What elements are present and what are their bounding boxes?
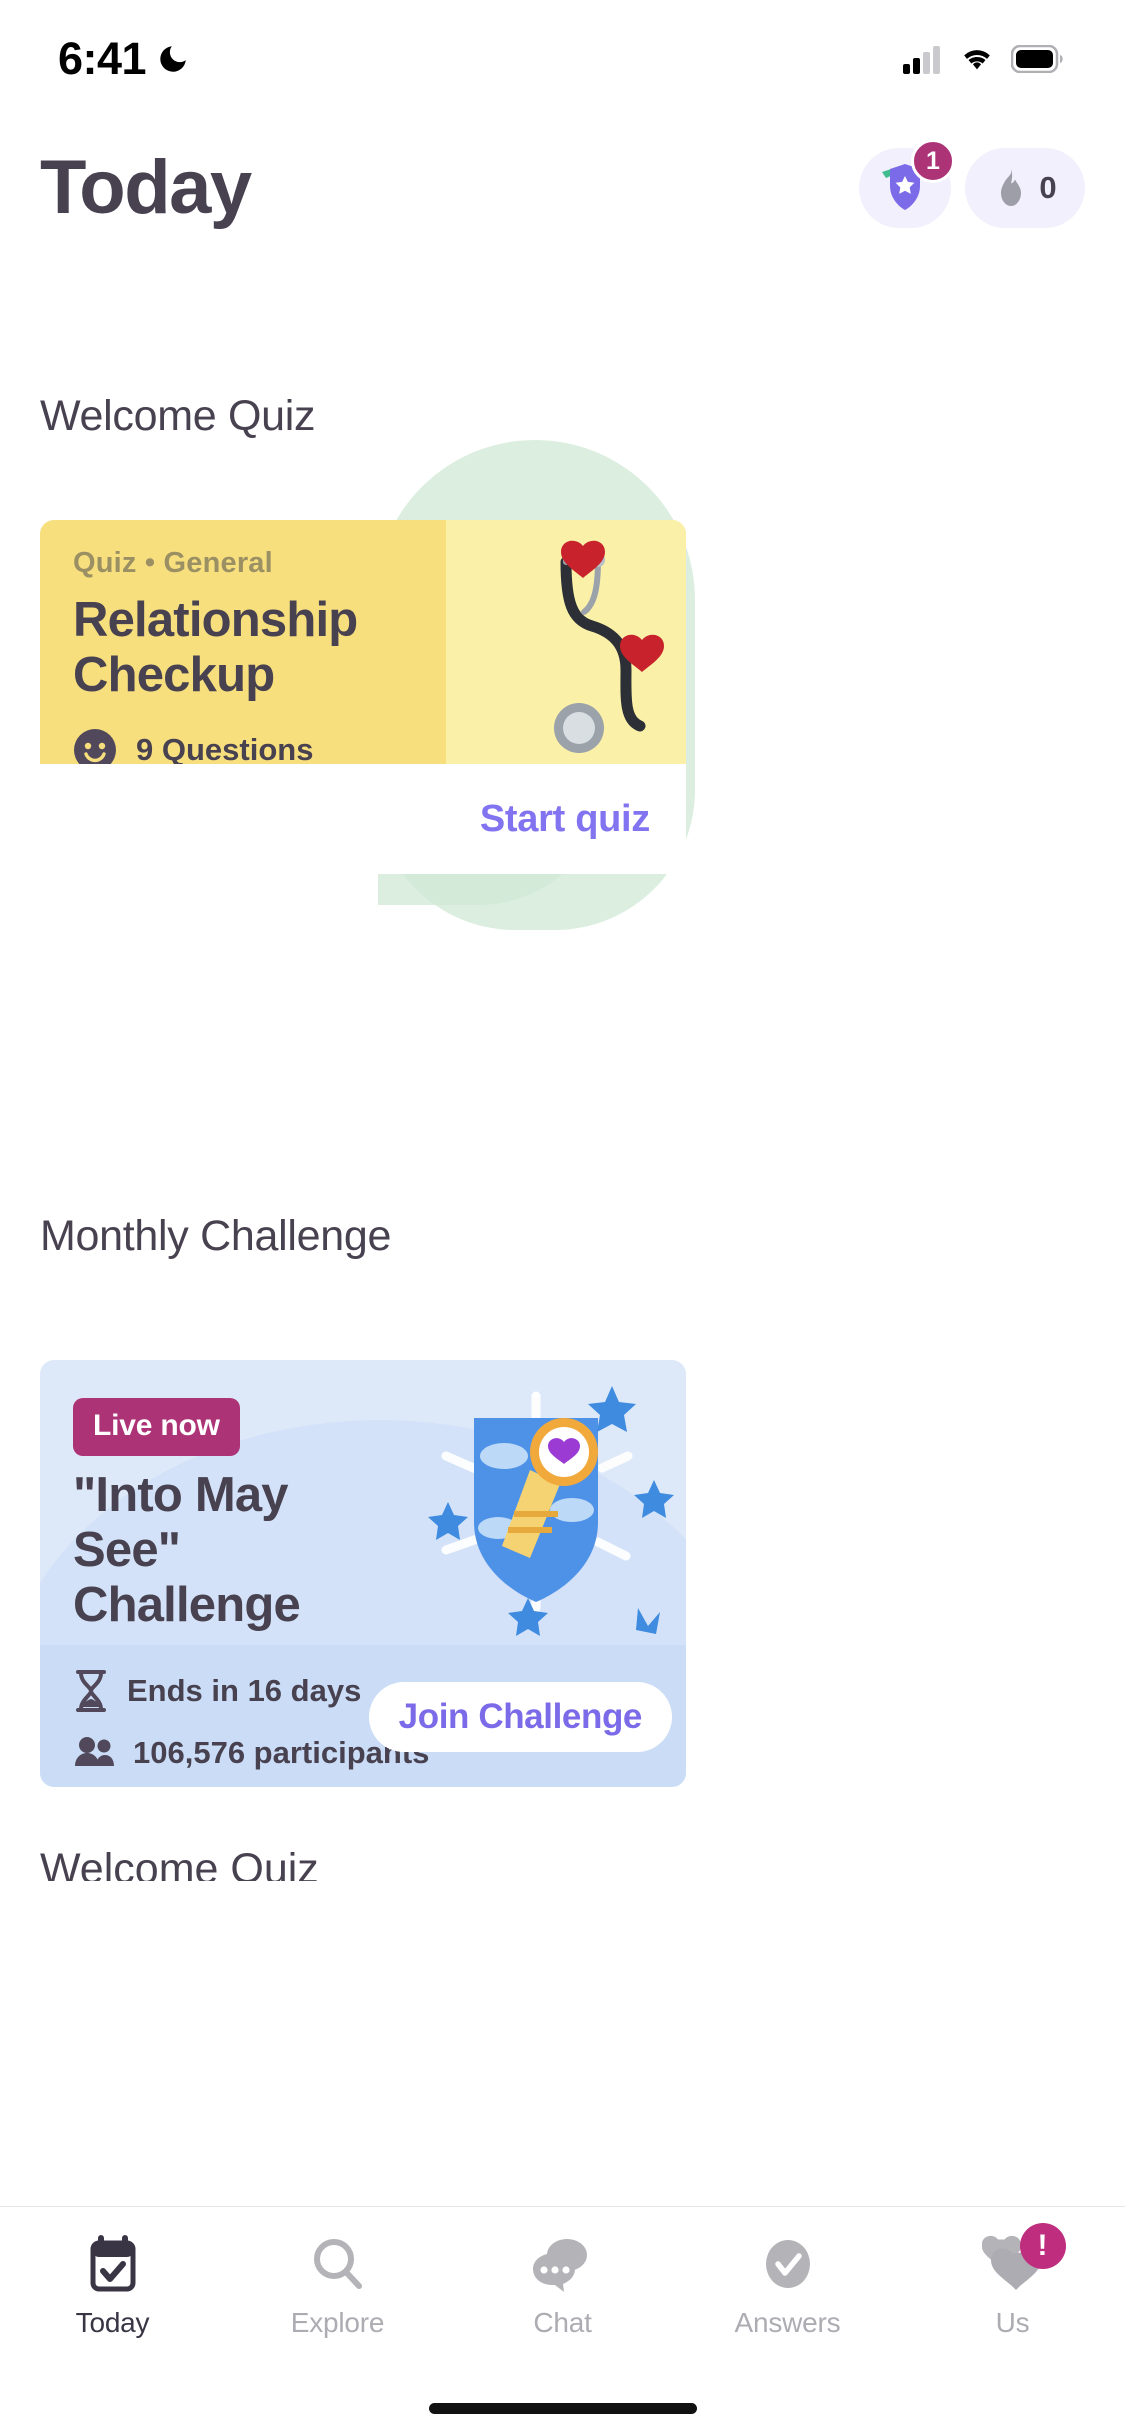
challenge-title: "Into May See" Challenge <box>73 1468 301 1632</box>
challenge-ends-text: Ends in 16 days <box>127 1673 362 1708</box>
badge-notification-count: 1 <box>911 139 955 183</box>
badges-button[interactable]: 1 <box>859 139 955 228</box>
flame-icon <box>1001 168 1022 206</box>
section-title-welcome-quiz: Welcome Quiz <box>40 392 316 440</box>
tab-label-chat: Chat <box>533 2307 592 2338</box>
start-quiz-button[interactable]: Start quiz <box>480 798 650 841</box>
join-challenge-button[interactable]: Join Challenge <box>368 1682 672 1752</box>
quiz-card-footer: Start quiz <box>40 764 686 874</box>
wifi-icon <box>964 50 990 70</box>
section-title-monthly-challenge: Monthly Challenge <box>40 1212 392 1260</box>
streak-count: 0 <box>1039 170 1057 205</box>
challenge-artwork <box>386 1360 686 1645</box>
tab-explore[interactable]: Explore <box>225 2233 450 2339</box>
quiz-title: Relationship Checkup <box>73 593 358 702</box>
search-icon <box>310 2233 366 2295</box>
tab-chat[interactable]: Chat <box>450 2233 675 2339</box>
bottom-tab-bar: Today Explore Chat Answers ! Us <box>0 2206 1125 2436</box>
challenge-card-top: Live now "Into May See" Challenge <box>40 1360 686 1645</box>
challenge-card[interactable]: Live now "Into May See" Challenge Ends i… <box>40 1360 686 1787</box>
header-actions: 1 0 <box>859 139 1085 228</box>
quiz-meta: 9 Questions <box>73 728 313 764</box>
rocket-shield-stars-illustration <box>428 1386 674 1636</box>
quiz-kicker: Quiz • General <box>73 547 273 579</box>
tab-label-today: Today <box>75 2307 150 2338</box>
status-bar-time: 6:41 <box>58 33 147 84</box>
status-bar-right <box>903 44 1063 74</box>
calendar-check-icon <box>86 2233 140 2295</box>
challenge-card-footer: Ends in 16 days 106,576 participants Joi… <box>40 1645 686 1787</box>
quiz-question-count: 9 Questions <box>136 732 314 764</box>
chat-bubbles-icon <box>532 2233 593 2295</box>
battery-icon <box>1011 45 1063 73</box>
home-indicator <box>428 2403 697 2414</box>
moon-icon <box>160 46 186 72</box>
cellular-signal-icon <box>903 46 940 74</box>
check-circle-icon <box>760 2233 816 2295</box>
quiz-artwork <box>446 520 686 764</box>
tab-answers[interactable]: Answers <box>675 2233 900 2339</box>
streak-button[interactable]: 0 <box>965 148 1085 228</box>
hourglass-icon <box>76 1670 106 1712</box>
tab-label-explore: Explore <box>290 2307 385 2338</box>
quiz-card[interactable]: Quiz • General Relationship Checkup 9 Qu… <box>40 520 686 764</box>
status-badge: Live now <box>73 1398 240 1456</box>
status-bar-left: 6:41 <box>58 33 190 85</box>
challenge-ends-stat: Ends in 16 days <box>73 1669 361 1713</box>
smiley-face-icon <box>74 729 116 764</box>
stethoscope-hearts-photo <box>446 520 686 764</box>
two-hearts-icon: ! <box>981 2223 1066 2295</box>
next-section-title-clipped: Welcome Quiz <box>40 1845 319 1881</box>
tab-today[interactable]: Today <box>0 2233 225 2339</box>
tab-label-answers: Answers <box>734 2307 841 2338</box>
page-header: Today 1 0 <box>0 118 1125 258</box>
tab-us[interactable]: ! Us <box>900 2223 1125 2339</box>
tab-label-us: Us <box>995 2307 1030 2338</box>
us-notification-badge: ! <box>1019 2223 1066 2269</box>
status-bar: 6:41 <box>0 0 1125 118</box>
page-title: Today <box>40 145 252 230</box>
people-icon <box>75 1737 114 1766</box>
